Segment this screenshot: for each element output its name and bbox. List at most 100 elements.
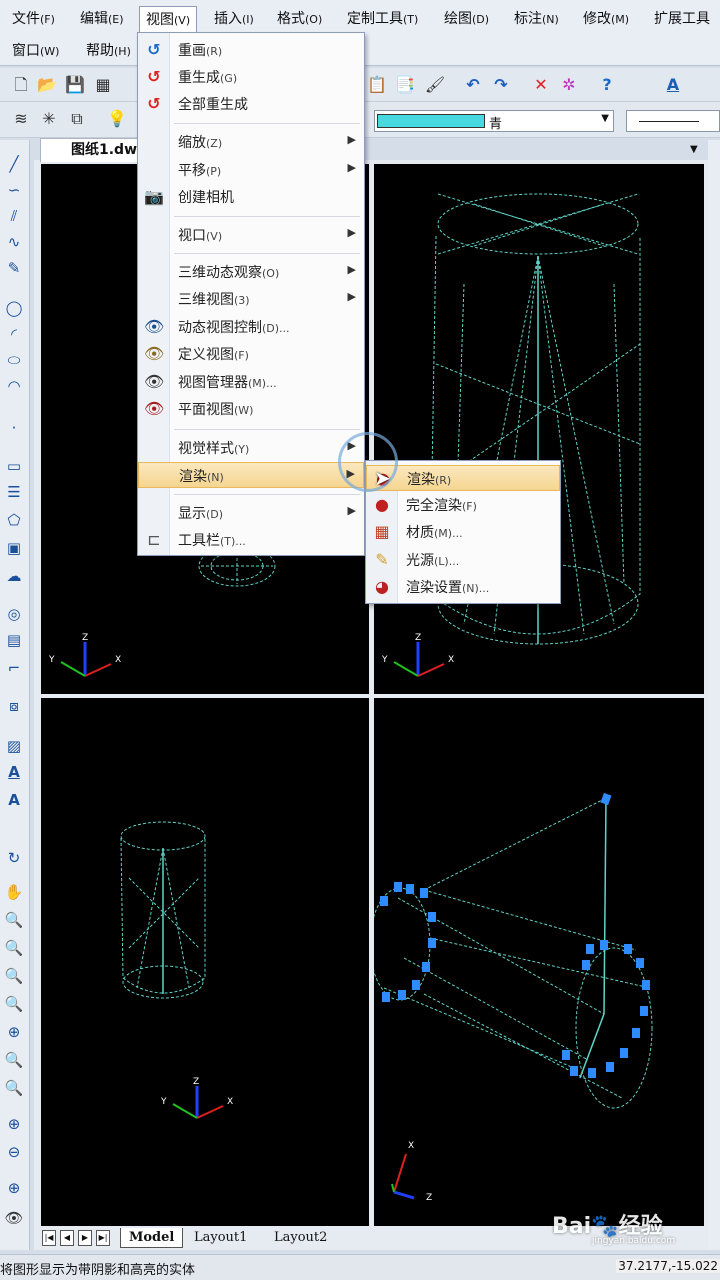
point-icon[interactable]: · <box>2 416 26 440</box>
cloud-icon[interactable]: ☁ <box>2 564 26 588</box>
zoom-scale-icon[interactable]: 🔍 <box>2 992 26 1016</box>
zoom-extents-icon[interactable]: ⊕ <box>2 1176 26 1200</box>
menu-dimension[interactable]: 标注(N) <box>508 6 565 32</box>
zoom-all-icon[interactable]: 🔍 <box>2 1076 26 1100</box>
ellipse-icon[interactable]: ⬭ <box>2 348 26 372</box>
text-style-icon[interactable]: A <box>662 74 684 96</box>
match-properties-icon[interactable]: 🖌 <box>424 74 446 96</box>
ellipse-arc-icon[interactable]: ◠ <box>2 374 26 398</box>
render-menu-item-light[interactable]: ✎ 光源(L)... <box>366 547 560 573</box>
zoom-dynamic-icon[interactable]: 🔍 <box>2 964 26 988</box>
save-icon[interactable]: 💾 <box>64 74 86 96</box>
zoom-center-icon[interactable]: ⊕ <box>2 1020 26 1044</box>
new-file-icon[interactable]: 🗋 <box>10 74 32 96</box>
view-menu-item-viewport[interactable]: 视口(V) ▶ <box>138 222 364 248</box>
donut-icon[interactable]: ◎ <box>2 602 26 626</box>
viewport-bottom-right[interactable]: X Z <box>374 698 704 1226</box>
layer-state-icon[interactable]: ✳ <box>38 108 60 130</box>
paste-special-icon[interactable]: 📑 <box>394 74 416 96</box>
mtext-icon[interactable]: A <box>2 760 26 784</box>
view-menu-item-3d-views[interactable]: 三维视图(3) ▶ <box>138 286 364 312</box>
fillet-icon[interactable]: ⌐ <box>2 656 26 680</box>
color-select[interactable]: 青 ▼ <box>374 110 614 132</box>
line-icon[interactable]: ╱ <box>2 152 26 176</box>
view-menu-item-dynamic-view[interactable]: 👁 动态视图控制(D)... <box>138 314 364 340</box>
view-menu-item-zoom[interactable]: 缩放(Z) ▶ <box>138 129 364 155</box>
menu-insert[interactable]: 插入(I) <box>208 6 260 32</box>
menu-file[interactable]: 文件(F) <box>6 6 61 32</box>
view-menu-item-regen-all[interactable]: ↺ 全部重生成 <box>138 91 364 117</box>
polygon-icon[interactable]: ⬠ <box>2 508 26 532</box>
render-menu-item-render-settings[interactable]: ◕ 渲染设置(N)... <box>366 574 560 600</box>
view-menu-item-create-camera[interactable]: 📷 创建相机 <box>138 184 364 210</box>
redo-icon[interactable]: ↷ <box>490 74 512 96</box>
layer-previous-icon[interactable]: ⧉ <box>66 108 88 130</box>
menu-format[interactable]: 格式(O) <box>271 6 328 32</box>
document-tab[interactable]: 图纸1.dw <box>40 138 140 162</box>
circle-icon[interactable]: ◯ <box>2 296 26 320</box>
zoom-out-icon[interactable]: ⊖ <box>2 1140 26 1164</box>
first-tab-icon[interactable]: |◀ <box>42 1230 56 1246</box>
hatch-icon[interactable]: ☰ <box>2 480 26 504</box>
viewport-bottom-left[interactable]: Z X Y <box>41 698 369 1226</box>
render-menu-item-material[interactable]: ▦ 材质(M)... <box>366 519 560 545</box>
menu-edit[interactable]: 编辑(E) <box>74 6 130 32</box>
view-menu-item-regen[interactable]: ↺ 重生成(G) <box>138 64 364 90</box>
view-menu-item-view-manager[interactable]: 👁 视图管理器(M)... <box>138 369 364 395</box>
tab-layout2[interactable]: Layout2 <box>266 1228 335 1248</box>
redraw-tool-icon[interactable]: ↻ <box>2 846 26 870</box>
zoom-realtime-icon[interactable]: 🔍 <box>2 908 26 932</box>
help-icon[interactable]: ? <box>596 74 618 96</box>
view-menu-item-plan-view[interactable]: 👁 平面视图(W) <box>138 396 364 422</box>
table-icon[interactable]: ▤ <box>2 628 26 652</box>
render-menu-item-full-render[interactable]: ● 完全渲染(F) <box>366 492 560 518</box>
paste-icon[interactable]: 📋 <box>366 74 388 96</box>
layer-manager-icon[interactable]: ≋ <box>10 108 32 130</box>
menu-extend-tools[interactable]: 扩展工具 <box>648 6 716 32</box>
view-menu-item-visual-styles[interactable]: 视觉样式(Y) ▶ <box>138 435 364 461</box>
block-icon[interactable]: ⧇ <box>2 694 26 718</box>
menu-view[interactable]: 视图(V) <box>139 6 198 32</box>
arc-icon[interactable]: ◜ <box>2 322 26 346</box>
view-menu-item-3d-orbit[interactable]: 三维动态观察(O) ▶ <box>138 259 364 285</box>
multiline-icon[interactable]: ⫽ <box>2 204 26 228</box>
text-icon[interactable]: A <box>2 788 26 812</box>
menu-custom-tools[interactable]: 定制工具(T) <box>341 6 424 32</box>
view-menu-item-define-view[interactable]: 👁 定义视图(F) <box>138 341 364 367</box>
tab-model[interactable]: Model <box>120 1228 184 1248</box>
view-menu-item-display[interactable]: 显示(D) ▶ <box>138 500 364 526</box>
last-tab-icon[interactable]: ▶| <box>96 1230 110 1246</box>
menu-draw[interactable]: 绘图(D) <box>438 6 495 32</box>
erase-icon[interactable]: ✲ <box>558 74 580 96</box>
tab-layout1[interactable]: Layout1 <box>186 1228 255 1248</box>
polyline-icon[interactable]: ∽ <box>2 178 26 202</box>
menu-window[interactable]: 窗口(W) <box>6 38 65 64</box>
viewport-top-right[interactable]: Z X Y <box>374 164 704 694</box>
delete-icon[interactable]: ✕ <box>530 74 552 96</box>
save-as-icon[interactable]: ▦ <box>92 74 114 96</box>
zoom-in-icon[interactable]: ⊕ <box>2 1112 26 1136</box>
next-tab-icon[interactable]: ▶ <box>78 1230 92 1246</box>
view-menu-item-toolbars[interactable]: ⊏ 工具栏(T)... <box>138 527 364 553</box>
spline-icon[interactable]: ∿ <box>2 230 26 254</box>
dynamic-view-icon: 👁 <box>144 317 165 336</box>
tab-list-chevron-icon[interactable]: ▼ <box>690 144 698 155</box>
sketch-icon[interactable]: ✎ <box>2 256 26 280</box>
rectangle-icon[interactable]: ▭ <box>2 454 26 478</box>
pan-hand-icon[interactable]: ✋ <box>2 880 26 904</box>
layer-on-bulb-icon[interactable]: 💡 <box>106 108 128 130</box>
view-menu-item-pan[interactable]: 平移(P) ▶ <box>138 157 364 183</box>
view-menu-item-redraw[interactable]: ↺ 重画(R) <box>138 37 364 63</box>
menu-help[interactable]: 帮助(H) <box>80 38 137 64</box>
open-file-icon[interactable]: 📂 <box>36 74 58 96</box>
view-eye-icon[interactable]: 👁 <box>2 1206 26 1230</box>
gradient-icon[interactable]: ▨ <box>2 734 26 758</box>
prev-tab-icon[interactable]: ◀ <box>60 1230 74 1246</box>
region-icon[interactable]: ▣ <box>2 536 26 560</box>
undo-icon[interactable]: ↶ <box>462 74 484 96</box>
view-menu-item-render[interactable]: 渲染(N) ▶ <box>138 462 364 488</box>
zoom-window-icon[interactable]: 🔍 <box>2 936 26 960</box>
linetype-select[interactable] <box>626 110 720 132</box>
menu-modify[interactable]: 修改(M) <box>577 6 635 32</box>
zoom-object-icon[interactable]: 🔍 <box>2 1048 26 1072</box>
